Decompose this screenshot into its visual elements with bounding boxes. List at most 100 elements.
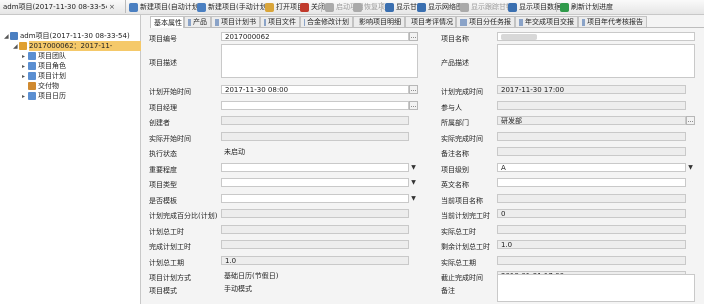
project-data-icon [508, 2, 517, 12]
remark-field[interactable] [497, 274, 695, 302]
tree-item[interactable]: 交付物 [22, 81, 59, 91]
show-network-button[interactable]: 显示网络图 [417, 1, 463, 13]
network-diagram-icon [417, 2, 426, 12]
tab-9[interactable]: 项目年代考核报告 [578, 16, 647, 27]
label-level: 项目级别 [441, 166, 469, 174]
plan-days-field[interactable]: 1.0 [221, 256, 409, 265]
new-project-manual-button[interactable]: 新建项目(手动计划) [197, 1, 269, 13]
actual-hours-field[interactable] [497, 225, 686, 234]
project-desc-field[interactable] [221, 44, 418, 78]
new-project-auto-button[interactable]: 新建项目(自动计划) [129, 1, 201, 13]
project-name-field[interactable] [497, 32, 695, 41]
tree-node-icon [10, 32, 18, 40]
more-button[interactable]: … [409, 85, 418, 94]
tab-label: 影响项目明细 [359, 18, 401, 26]
type-field[interactable] [221, 178, 409, 187]
label-plan-end: 计划完成时间 [441, 88, 483, 96]
tree-item-label: adm项目(2017-11-30 08-33-54) [20, 32, 130, 40]
refresh-plan-button[interactable]: 刷新计划进度 [560, 1, 613, 13]
plan-percent-field[interactable] [221, 209, 409, 218]
close-icon[interactable]: × [109, 3, 115, 11]
close-project-icon [300, 2, 309, 12]
actual-end-field[interactable] [497, 132, 686, 141]
label-category: 英文名称 [441, 181, 469, 189]
dept-field[interactable]: 研发部 [497, 116, 686, 125]
tree-item[interactable]: ▸ 项目计划 [22, 71, 66, 81]
tree-item[interactable]: ◢ 2017000062：2017-11- [13, 41, 153, 51]
tab-6[interactable]: 项目考评情况 [405, 16, 456, 27]
alias-field[interactable] [497, 147, 686, 156]
level-field[interactable]: A [497, 163, 686, 172]
tab-2[interactable]: 项目计划书 [211, 16, 260, 27]
actual-percent-field[interactable]: 0 [497, 209, 686, 218]
toolbar-button-label: 新建项目(手动计划) [208, 3, 270, 11]
template-name-field[interactable] [497, 194, 686, 203]
manager-field[interactable] [221, 101, 409, 110]
chevron-down-icon[interactable]: ▼ [409, 163, 418, 172]
remaining-hours-field[interactable]: 1.0 [497, 240, 686, 249]
tab-icon [519, 18, 523, 26]
participant-field[interactable] [497, 101, 686, 110]
tab-7[interactable]: 项目分任务报 [456, 16, 515, 27]
tree-node-icon [28, 92, 36, 100]
tab-icon [582, 18, 585, 26]
tree-item[interactable]: ▸ 项目团队 [22, 51, 66, 61]
tree-item[interactable]: ◢ adm项目(2017-11-30 08-33-54) [4, 31, 130, 41]
chevron-down-icon[interactable]: ▼ [409, 178, 418, 187]
tab-label: 年交成项目交报 [525, 18, 574, 26]
open-project-button[interactable]: 打开项目 [265, 1, 304, 13]
toolbar-button-label: 显示跟踪甘特 [471, 3, 513, 11]
plan-start-field[interactable]: 2017-11-30 08:00 [221, 85, 409, 94]
label-actual-days: 实际总工期 [441, 259, 476, 267]
actual-days-field[interactable] [497, 256, 686, 265]
document-tab[interactable]: adm项目(2017-11-30 08-33-54) × [0, 0, 126, 13]
show-tracking-gantt-button[interactable]: 显示跟踪甘特 [460, 1, 513, 13]
tree-item[interactable]: ▸ 项目日历 [22, 91, 66, 101]
show-project-data-button[interactable]: 显示项目数据 [508, 1, 561, 13]
category-field[interactable] [497, 178, 686, 187]
toolbar-button-label: 关闭 [311, 3, 325, 11]
label-plan-done-hours: 完成计划工时 [149, 243, 191, 251]
importance-field[interactable] [221, 163, 409, 172]
tab-label: 项目文件 [268, 18, 296, 26]
product-desc-field[interactable] [497, 44, 695, 78]
more-button[interactable]: … [409, 32, 418, 41]
tree-item[interactable]: ▸ 项目角色 [22, 61, 66, 71]
tree-item-label: 项目计划 [38, 72, 66, 80]
more-button[interactable]: … [409, 101, 418, 110]
chevron-down-icon[interactable]: ▼ [686, 163, 695, 172]
tree-item-label: 项目角色 [38, 62, 66, 70]
more-button[interactable]: … [686, 116, 695, 125]
label-project-mode: 项目模式 [149, 287, 177, 295]
plan-end-field[interactable]: 2017-11-30 17:00 [497, 85, 686, 94]
toolbar-button-label: 新建项目(自动计划) [140, 3, 202, 11]
tab-3[interactable]: 项目文件 [260, 16, 300, 27]
tab-8[interactable]: 年交成项目交报 [515, 16, 578, 27]
tab-1[interactable]: 产品 [184, 16, 211, 27]
tab-label: 项目年代考核报告 [587, 18, 643, 26]
template-field[interactable] [221, 194, 409, 203]
creator-field[interactable] [221, 116, 409, 125]
tab-icon [264, 18, 266, 26]
label-alias: 备注名称 [441, 150, 469, 158]
tree-item-label: 项目团队 [38, 52, 66, 60]
actual-start-field[interactable] [221, 132, 409, 141]
label-manager: 项目经理 [149, 104, 177, 112]
label-actual-start: 实际开始时间 [149, 135, 191, 143]
status-field: 未启动 [224, 147, 245, 156]
tab-5[interactable]: 影响项目明细 [353, 16, 405, 27]
tab-0[interactable]: 基本属性 [150, 16, 184, 28]
label-plan-percent: 计划完成百分比(计划) [149, 212, 218, 220]
label-importance: 重要程度 [149, 166, 177, 174]
plan-hours-field[interactable] [221, 225, 409, 234]
label-status: 执行状态 [149, 150, 177, 158]
plan-done-hours-field[interactable] [221, 240, 409, 249]
tree-node-icon [28, 82, 36, 90]
label-product-desc: 产品描述 [441, 59, 469, 67]
tab-4[interactable]: 合金修改计划 [300, 16, 353, 27]
project-code-field[interactable]: 2017000062 [221, 32, 409, 41]
tab-icon [460, 18, 467, 26]
tree-node-icon [28, 62, 36, 70]
top-toolbar: adm项目(2017-11-30 08-33-54) × 新建项目(自动计划) 新… [0, 0, 704, 15]
chevron-down-icon[interactable]: ▼ [409, 194, 418, 203]
